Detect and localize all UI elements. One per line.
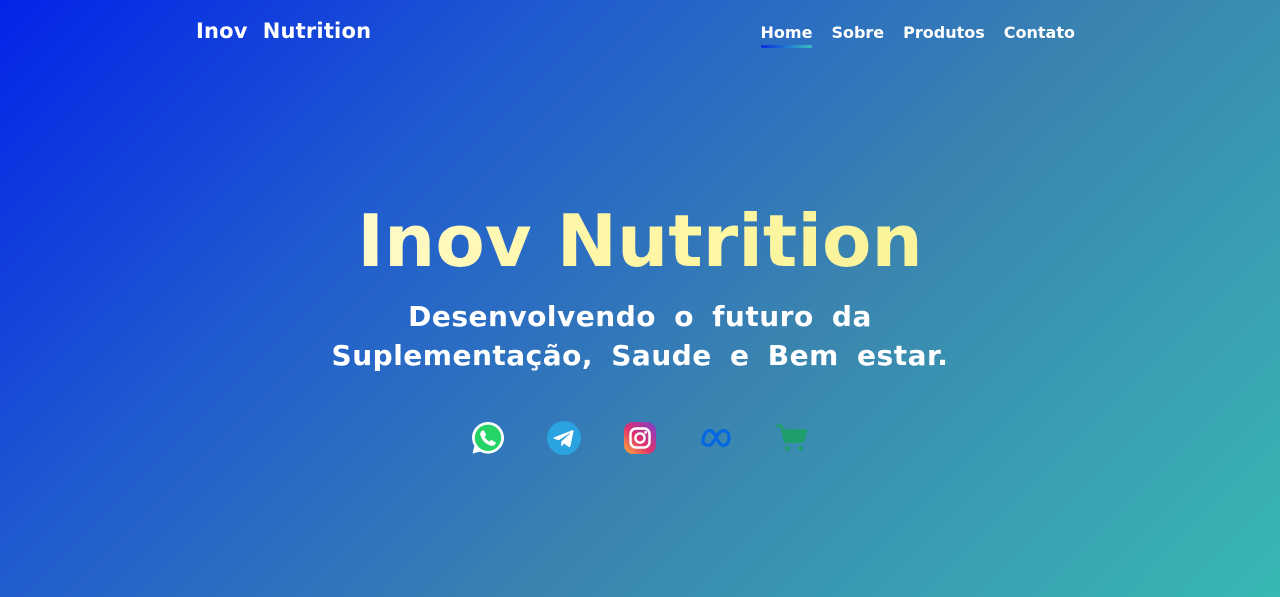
nav-link-contato[interactable]: Contato xyxy=(1004,23,1075,48)
telegram-link[interactable] xyxy=(546,420,582,456)
active-nav-indicator xyxy=(760,45,813,48)
hero-title: Inov Nutrition xyxy=(0,195,1280,287)
top-navbar: Inov Nutrition Home Sobre Produtos Conta… xyxy=(0,0,1280,68)
social-links xyxy=(0,420,1280,456)
shopping-cart-link[interactable] xyxy=(774,420,810,456)
instagram-icon xyxy=(624,422,656,454)
site-logo[interactable]: Inov Nutrition xyxy=(196,19,371,43)
nav-link-label: Contato xyxy=(1003,23,1075,42)
meta-link[interactable] xyxy=(698,420,734,456)
instagram-link[interactable] xyxy=(622,420,658,456)
meta-icon xyxy=(701,428,731,448)
shopping-cart-icon xyxy=(775,424,808,451)
main-nav: Home Sobre Produtos Contato xyxy=(760,23,1075,48)
nav-link-sobre[interactable]: Sobre xyxy=(831,23,884,48)
nav-link-produtos[interactable]: Produtos xyxy=(903,23,985,48)
whatsapp-icon xyxy=(472,422,504,454)
whatsapp-link[interactable] xyxy=(470,420,506,456)
nav-link-label: Produtos xyxy=(903,23,985,42)
hero-subtitle: Desenvolvendo o futuro da Suplementação,… xyxy=(331,300,949,372)
telegram-icon xyxy=(547,421,581,455)
nav-link-home[interactable]: Home xyxy=(760,23,813,48)
nav-link-label: Home xyxy=(760,23,813,42)
nav-link-label: Sobre xyxy=(831,23,885,42)
hero-section: Inov Nutrition Desenvolvendo o futuro da… xyxy=(0,195,1280,375)
